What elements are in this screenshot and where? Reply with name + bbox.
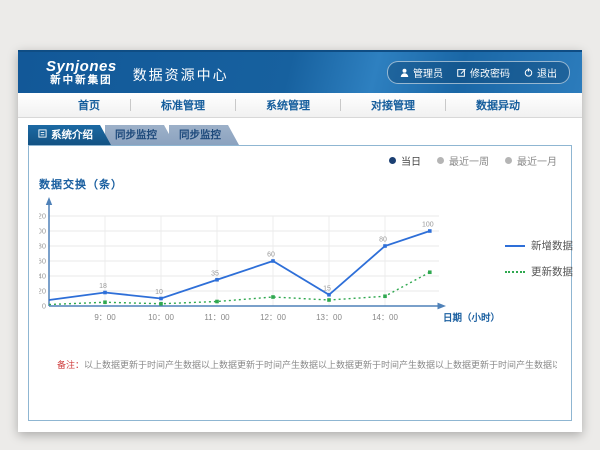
range-option-last-week[interactable]: 最近一周 (437, 153, 489, 168)
tab-sync-monitor-2[interactable]: 同步监控 (169, 125, 239, 145)
logout-label: 退出 (537, 65, 557, 80)
footnote: 备注：以上数据更新于时间产生数据以上数据更新于时间产生数据以上数据更新于时间产生… (57, 358, 557, 371)
svg-text:9：00: 9：00 (94, 313, 116, 322)
footnote-prefix: 备注： (57, 360, 84, 370)
svg-text:18: 18 (99, 283, 107, 290)
svg-text:60: 60 (267, 252, 275, 259)
footnote-text: 以上数据更新于时间产生数据以上数据更新于时间产生数据以上数据更新于时间产生数据以… (84, 360, 557, 370)
content-area: 系统介绍 同步监控 同步监控 当日 最近一周 (18, 118, 582, 421)
nav-item-system-mgmt[interactable]: 系统管理 (236, 97, 340, 113)
svg-text:100: 100 (422, 222, 434, 229)
chart-y-axis-title: 数据交换（条） (39, 176, 571, 192)
main-nav: 首页 标准管理 系统管理 对接管理 数据异动 (18, 93, 582, 118)
company-logo: Synjones 新中新集团 (46, 59, 117, 86)
chart-row: 0 20 40 60 80 100 120 9：00 10：00 11：00 12：00 13：00 1… (39, 194, 571, 334)
radio-dot-icon (389, 157, 396, 164)
svg-text:日期（小时）: 日期（小时） (443, 312, 499, 324)
svg-text:80: 80 (379, 237, 387, 244)
nav-item-home[interactable]: 首页 (48, 97, 130, 113)
edit-icon (457, 68, 466, 77)
svg-text:60: 60 (39, 257, 46, 266)
svg-text:80: 80 (39, 242, 46, 251)
svg-text:10: 10 (155, 289, 163, 296)
document-icon (38, 125, 47, 145)
legend-label: 更新数据 (531, 264, 573, 279)
legend-line-swatch-dotted (505, 271, 525, 273)
svg-text:11：00: 11：00 (204, 313, 230, 322)
nav-item-standard-mgmt[interactable]: 标准管理 (131, 97, 235, 113)
current-user-label: 管理员 (413, 65, 443, 80)
tab-label: 同步监控 (179, 125, 221, 145)
tab-bar: 系统介绍 同步监控 同步监控 (28, 125, 572, 145)
tab-label: 同步监控 (115, 125, 157, 145)
current-user-button[interactable]: 管理员 (400, 65, 443, 80)
series-legend: 新增数据 更新数据 (499, 194, 573, 334)
radio-dot-icon (505, 157, 512, 164)
tab-sync-monitor-1[interactable]: 同步监控 (105, 125, 175, 145)
range-option-last-month[interactable]: 最近一月 (505, 153, 557, 168)
legend-item-update-data: 更新数据 (505, 264, 573, 279)
svg-text:120: 120 (39, 212, 46, 221)
svg-text:13：00: 13：00 (316, 313, 342, 322)
user-toolbar: 管理员 修改密码 退出 (387, 61, 570, 84)
tab-system-intro[interactable]: 系统介绍 (28, 125, 111, 145)
svg-text:15: 15 (323, 285, 331, 292)
range-option-label: 最近一月 (517, 153, 557, 168)
svg-text:14：00: 14：00 (372, 313, 398, 322)
power-icon (524, 68, 533, 77)
svg-text:12：00: 12：00 (260, 313, 286, 322)
page-title: 数据资源中心 (133, 65, 229, 85)
legend-line-swatch-solid (505, 245, 525, 247)
svg-text:0: 0 (42, 302, 46, 311)
app-header: Synjones 新中新集团 数据资源中心 管理员 修改密码 退出 (18, 50, 582, 93)
logout-button[interactable]: 退出 (524, 65, 557, 80)
chart-panel: 当日 最近一周 最近一月 数据交换（条） 0 20 40 60 80 100 120 9：00… (28, 145, 572, 421)
radio-dot-icon (437, 157, 444, 164)
legend-item-new-data: 新增数据 (505, 238, 573, 253)
svg-text:40: 40 (39, 272, 46, 281)
range-option-today[interactable]: 当日 (389, 153, 421, 168)
logo-chinese-name: 新中新集团 (46, 75, 117, 86)
change-password-label: 修改密码 (470, 65, 510, 80)
line-chart: 0 20 40 60 80 100 120 9：00 10：00 11：00 12：00 13：00 1… (39, 194, 499, 334)
tab-label: 系统介绍 (51, 125, 93, 145)
range-option-label: 当日 (401, 153, 421, 168)
range-filter: 当日 最近一周 最近一月 (389, 153, 557, 168)
svg-text:20: 20 (39, 287, 46, 296)
svg-text:35: 35 (211, 270, 219, 277)
nav-item-data-change[interactable]: 数据异动 (446, 97, 550, 113)
legend-label: 新增数据 (531, 238, 573, 253)
svg-text:10：00: 10：00 (148, 313, 174, 322)
page-card: Synjones 新中新集团 数据资源中心 管理员 修改密码 退出 (18, 50, 582, 432)
svg-text:100: 100 (39, 227, 46, 236)
logo-wordmark: Synjones (46, 59, 117, 75)
user-icon (400, 68, 409, 77)
nav-item-interface-mgmt[interactable]: 对接管理 (341, 97, 445, 113)
change-password-button[interactable]: 修改密码 (457, 65, 510, 80)
range-option-label: 最近一周 (449, 153, 489, 168)
